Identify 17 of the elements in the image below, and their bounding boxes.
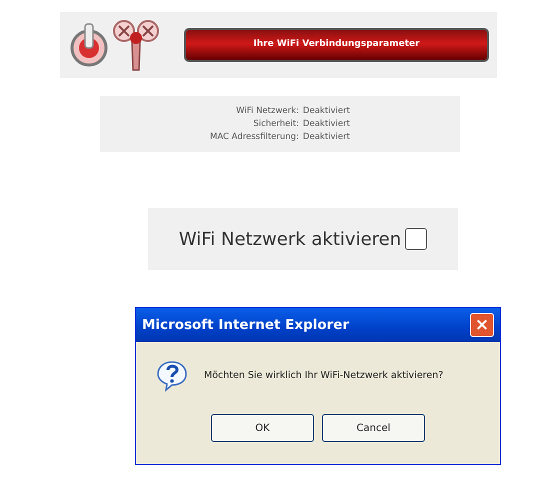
activate-checkbox[interactable]	[405, 228, 428, 250]
dialog-message: Möchten Sie wirklich Ihr WiFi-Netzwerk aktivieren?	[204, 368, 444, 383]
activate-label: WiFi Netzwerk aktivieren	[178, 228, 402, 252]
close-button[interactable]: ×	[470, 313, 494, 337]
header-title-bar: Ihre WiFi Verbindungsparameter	[184, 28, 489, 62]
question-icon	[156, 360, 188, 392]
status-value: Deaktiviert	[302, 118, 350, 130]
ok-button[interactable]: OK	[211, 414, 314, 442]
status-value: Deaktiviert	[302, 130, 350, 144]
status-label: WiFi Netzwerk:	[235, 104, 299, 118]
dialog-title: Microsoft Internet Explorer	[142, 316, 350, 335]
status-value: Deaktiviert	[302, 104, 350, 118]
antenna-icon	[112, 18, 160, 72]
power-icon	[68, 22, 110, 68]
cancel-button[interactable]: Cancel	[322, 414, 425, 442]
status-label: MAC Adressfilterung:	[210, 130, 299, 144]
status-label: Sicherheit:	[252, 118, 299, 130]
